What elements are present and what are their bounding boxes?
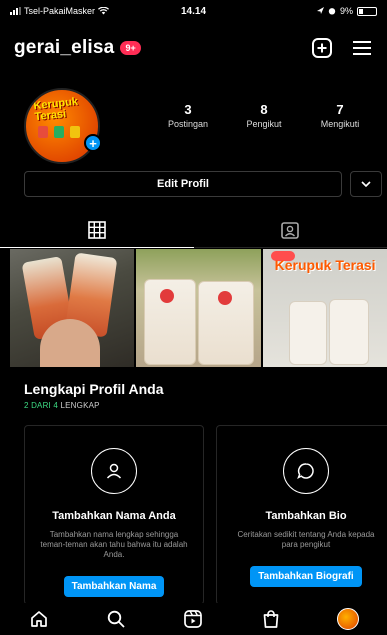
nav-reels[interactable] [179, 605, 207, 633]
bottom-navigation [0, 603, 387, 635]
carrier-label: Tsel-PakaiMasker [24, 6, 96, 16]
signal-icon [10, 7, 21, 15]
add-bio-button[interactable]: Tambahkan Biografi [250, 566, 362, 587]
nav-search[interactable] [102, 605, 130, 633]
shopping-bag-icon [263, 610, 279, 628]
complete-profile-progress: 2 DARI 4 LENGKAP [24, 401, 164, 410]
stat-label: Mengikuti [320, 119, 360, 129]
notification-badge[interactable]: 9+ [120, 41, 141, 55]
status-time: 14.14 [180, 5, 207, 17]
profile-avatar-small [337, 608, 360, 630]
stat-label: Postingan [167, 119, 209, 129]
add-story-button[interactable]: + [84, 134, 102, 152]
grid-icon [87, 220, 106, 239]
post-image-content [328, 299, 369, 365]
post-thumbnail-2[interactable] [136, 249, 261, 367]
complete-profile-section: Lengkapi Profil Anda 2 DARI 4 LENGKAP [24, 381, 164, 410]
edit-profile-row: Edit Profil [24, 171, 382, 197]
progress-rest: LENGKAP [60, 401, 100, 410]
header-actions [311, 37, 373, 59]
nav-home[interactable] [25, 605, 53, 633]
profile-header: gerai_elisa 9+ [0, 30, 387, 66]
stat-followers[interactable]: 8 Pengikut [226, 102, 302, 129]
reels-icon [184, 610, 203, 628]
alarm-icon [328, 8, 336, 15]
profile-tabs [0, 212, 387, 248]
progress-done: 2 DARI 4 [24, 401, 59, 410]
tagged-person-icon [281, 221, 300, 239]
card-icon-circle [91, 448, 137, 494]
stat-value: 8 [260, 102, 268, 117]
username: gerai_elisa [14, 37, 115, 58]
card-title: Tambahkan Nama Anda [52, 510, 176, 522]
new-post-button[interactable] [311, 37, 333, 59]
profile-avatar[interactable]: Kerupuk Terasi [24, 88, 100, 164]
status-bar: Tsel-PakaiMasker 14.14 9% [0, 0, 387, 22]
speech-bubble-icon [297, 463, 314, 480]
plus-square-icon [312, 38, 332, 58]
person-icon [106, 463, 122, 479]
add-name-button[interactable]: Tambahkan Nama [63, 576, 165, 597]
stat-following[interactable]: 7 Mengikuti [302, 102, 378, 129]
tab-grid[interactable] [0, 212, 194, 248]
profile-stats: 3 Postingan 8 Pengikut 7 Mengikuti [150, 102, 378, 129]
nav-shop[interactable] [257, 605, 285, 633]
card-description: Tambahkan nama lengkap sehingga teman-te… [40, 530, 188, 559]
profile-suggestion-cards: Tambahkan Nama Anda Tambahkan nama lengk… [24, 425, 387, 605]
edit-profile-button[interactable]: Edit Profil [24, 171, 342, 197]
avatar-graphic [38, 126, 80, 138]
suggested-accounts-button[interactable] [350, 171, 382, 197]
home-icon [30, 611, 47, 627]
status-right: 9% [316, 6, 377, 16]
complete-profile-title: Lengkapi Profil Anda [24, 381, 164, 397]
profile-summary: Kerupuk Terasi + 3 Postingan 8 Pengikut … [0, 88, 387, 164]
hamburger-menu-icon [353, 41, 371, 55]
post-thumbnail-3[interactable]: Kerupuk Terasi [262, 249, 387, 367]
card-icon-circle [283, 448, 329, 494]
search-icon [107, 610, 125, 628]
menu-button[interactable] [351, 37, 373, 59]
stat-label: Pengikut [246, 119, 282, 129]
card-add-bio: Tambahkan Bio Ceritakan sedikit tentang … [216, 425, 387, 605]
battery-percent: 9% [339, 6, 353, 16]
avatar-logo-text: Kerupuk Terasi [32, 95, 79, 124]
card-description: Ceritakan sedikit tentang Anda kepada pa… [237, 530, 375, 549]
battery-icon [357, 6, 377, 16]
wifi-icon [98, 7, 110, 15]
tab-tagged[interactable] [194, 212, 387, 247]
post-image-text: Kerupuk Terasi [274, 257, 376, 273]
post-grid: Kerupuk Terasi [10, 249, 387, 367]
nav-profile[interactable] [334, 605, 362, 633]
stat-value: 3 [184, 102, 192, 117]
status-left: Tsel-PakaiMasker [10, 6, 110, 16]
location-icon [316, 7, 324, 14]
stat-posts[interactable]: 3 Postingan [150, 102, 226, 129]
card-add-name: Tambahkan Nama Anda Tambahkan nama lengk… [24, 425, 204, 605]
post-thumbnail-1[interactable] [10, 249, 135, 367]
stat-value: 7 [336, 102, 344, 117]
card-title: Tambahkan Bio [265, 510, 347, 522]
post-image-content [288, 301, 327, 365]
chevron-down-icon [361, 181, 371, 187]
